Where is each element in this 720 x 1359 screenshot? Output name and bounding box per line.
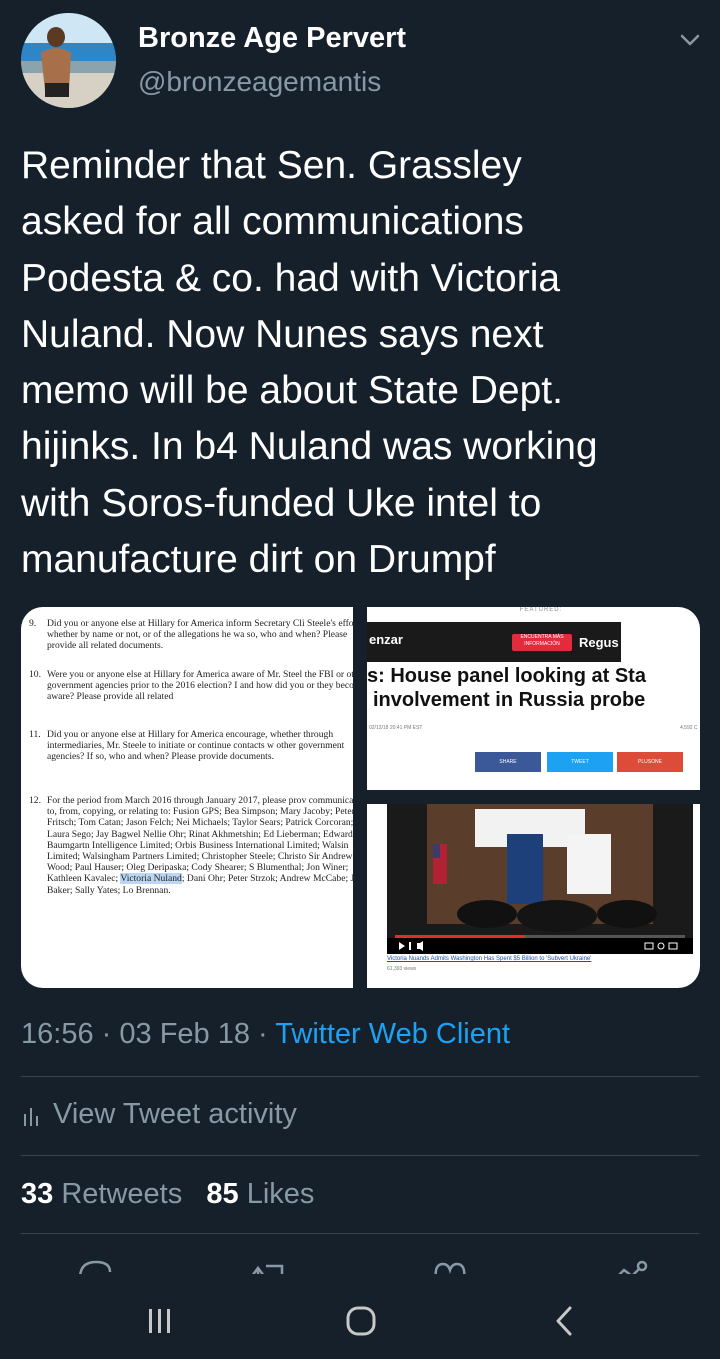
media-article-image[interactable]: FEATURED: enzar ENCUENTRA MÁS INFORMACIÓ… [367,607,700,790]
video-title: Victoria Nuands Admits Washington Has Sp… [387,956,592,962]
recent-apps-button[interactable] [140,1303,180,1339]
activity-label: View Tweet activity [53,1098,297,1130]
tweet-stats: 33 Retweets 85 Likes [21,1178,314,1211]
view-tweet-activity-button[interactable]: View Tweet activity [21,1098,297,1131]
chevron-down-icon[interactable] [676,26,704,54]
media-document-image[interactable]: 9. Did you or anyone else at Hillary for… [21,607,353,988]
media-grid: 9. Did you or anyone else at Hillary for… [21,607,700,988]
divider [21,1155,699,1156]
tweet-date: 03 Feb 18 [119,1018,250,1050]
retweets-stat[interactable]: 33 Retweets [21,1178,182,1210]
user-handle[interactable]: @bronzeagemantis [138,66,381,98]
share-twitter-button: TWEET [547,752,613,772]
article-date: 02/12/18 20:41 PM EST [369,725,423,731]
tweet-line: hijinks. In b4 Nuland was working [21,425,598,469]
avatar-image [21,13,116,108]
share-google-button: PLUSONE [617,752,683,772]
system-navigation-bar [0,1274,720,1359]
tweet-line: memo will be about State Dept. [21,369,563,413]
tweet-line: Reminder that Sen. Grassley [21,144,522,187]
avatar[interactable] [21,13,116,108]
tweet-line: asked for all communications [21,200,524,244]
video-frame [387,804,693,954]
client-link[interactable]: Twitter Web Client [275,1018,510,1050]
tweet-line: with Soros-funded Uke intel to [21,481,542,525]
tweet-timestamp: 16:56 · 03 Feb 18 · Twitter Web Client [21,1018,511,1050]
tweet-line: Nuland. Now Nunes says next [21,312,544,356]
share-facebook-button: SHARE [475,752,541,772]
divider [21,1233,699,1234]
article-ad-bar: enzar ENCUENTRA MÁS INFORMACIÓN Regus [367,622,621,662]
tweet-line: Podesta & co. had with Victoria [21,256,561,300]
display-name[interactable]: Bronze Age Pervert [138,22,406,55]
highlighted-text: Victoria Nuland [120,873,182,885]
media-video-image[interactable]: Victoria Nuands Admits Washington Has Sp… [367,804,700,988]
tweet-line: manufacture dirt on Drumpf [21,538,496,582]
video-scene [387,804,693,954]
divider [21,1076,699,1077]
tweet-time: 16:56 [21,1018,94,1050]
home-button[interactable] [341,1303,381,1339]
tweet-text: Reminder that Sen. Grassley asked for al… [21,138,701,588]
ad-brand: Regus [579,635,619,650]
video-views: 61,393 views [387,966,417,972]
likes-stat[interactable]: 85 Likes [206,1178,314,1210]
ad-button: ENCUENTRA MÁS INFORMACIÓN [512,634,572,651]
analytics-icon [24,1108,38,1127]
back-button[interactable] [544,1303,584,1339]
article-headline: s: House panel looking at Sta involvemen… [367,665,646,711]
article-comment-count: 4,592 C [680,725,698,731]
article-featured-label: FEATURED: [519,607,563,613]
